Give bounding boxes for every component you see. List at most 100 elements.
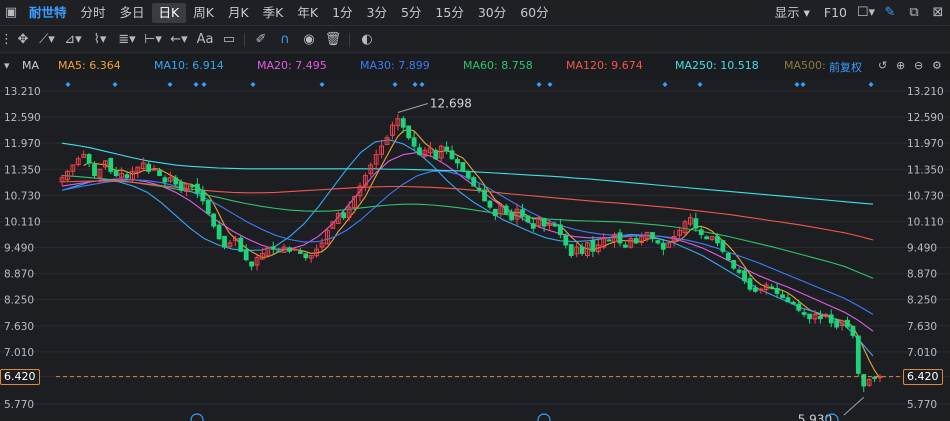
candle-body (774, 287, 780, 294)
candle-body (162, 177, 168, 183)
eraser-icon[interactable]: ✐ (249, 32, 273, 47)
candle-body (568, 244, 574, 256)
crosshair-icon[interactable]: ✥ (12, 32, 34, 47)
ma60-label: MA60: 8.758 (463, 59, 533, 72)
tab-15min[interactable]: 15分 (428, 3, 470, 23)
bottom-event-markers (190, 413, 839, 421)
tab-monthly-k[interactable]: 月K (221, 3, 256, 23)
candle (704, 235, 710, 240)
tab-multiday[interactable]: 多日 (113, 3, 152, 23)
trash-icon[interactable]: 🗑 (321, 32, 345, 47)
candle (449, 145, 455, 160)
close-icon[interactable]: ⊠ (926, 5, 950, 20)
y-axis-label: 11.350 (4, 164, 41, 176)
comment-icon[interactable]: ▭ (218, 32, 240, 47)
candle (855, 335, 861, 377)
candle (476, 183, 482, 194)
current-price-tag-right: 6.420 (903, 368, 943, 385)
candle (379, 139, 385, 159)
stock-name[interactable]: 耐世特 (22, 3, 74, 23)
settings-icon[interactable]: ⚙ (932, 59, 942, 72)
remove-icon[interactable]: ⊖ (914, 59, 923, 72)
candle-body (406, 125, 412, 139)
tab-intraday[interactable]: 分时 (74, 3, 113, 23)
event-marker (319, 82, 325, 87)
candle (563, 233, 569, 249)
indicator-name[interactable]: MA (22, 59, 39, 72)
arrow-tool-icon[interactable]: ←▾ (166, 32, 192, 47)
collapse-icon[interactable]: ▾ (4, 59, 10, 72)
toggle-icon[interactable]: ◐ (354, 32, 380, 47)
candle-body (276, 250, 282, 253)
candle-body (455, 159, 460, 164)
candle-body (92, 164, 97, 177)
tab-30min[interactable]: 30分 (471, 3, 513, 23)
tab-60min[interactable]: 60分 (513, 3, 555, 23)
tab-daily-k[interactable]: 日K (151, 2, 187, 23)
candle (801, 309, 807, 318)
magnet-icon[interactable]: ∩ (273, 32, 297, 47)
candle-body (834, 320, 840, 328)
add-icon[interactable]: ⊕ (896, 59, 905, 72)
kline-chart[interactable]: 13.210 12.590 11.970 11.350 10.730 10.110 9.49… (0, 80, 950, 421)
y-axis-label: 11.970 (4, 138, 41, 150)
event-marker-icon[interactable] (537, 413, 551, 421)
candle (574, 242, 580, 258)
period-bar: ▣ 耐世特 分时 多日 日K 周K 月K 季K 年K 1分 3分 5分 15分 … (0, 0, 950, 26)
candle-body (828, 314, 834, 324)
text-tool-icon[interactable]: Aa (192, 32, 218, 47)
tab-weekly-k[interactable]: 周K (186, 3, 221, 23)
display-menu[interactable]: 显示 ▾ (768, 3, 817, 23)
ma60-line (61, 175, 874, 279)
candle-body (563, 234, 569, 246)
tab-yearly-k[interactable]: 年K (290, 3, 325, 23)
event-marker-icon[interactable] (190, 413, 204, 421)
candle-body (693, 218, 699, 229)
reset-icon[interactable]: ↺ (878, 59, 887, 72)
measure-tool-icon[interactable]: ⊢▾ (140, 32, 166, 47)
tab-5min[interactable]: 5分 (394, 3, 428, 23)
candle (877, 374, 883, 383)
event-markers-top (65, 82, 874, 87)
candle-body (520, 209, 525, 217)
checkbox-icon[interactable]: ☐▾ (854, 5, 878, 20)
window-icon[interactable]: ⧉ (902, 5, 926, 20)
line-tool-icon[interactable]: ⟋▾ (34, 32, 60, 47)
candle-body (747, 278, 753, 290)
candle-body (790, 301, 796, 305)
candle (270, 241, 276, 255)
event-marker (392, 82, 398, 87)
ma-lines (61, 128, 881, 379)
f10-button[interactable]: F10 (817, 3, 854, 23)
candle-body (655, 240, 661, 244)
tab-quarterly-k[interactable]: 季K (256, 3, 291, 23)
eye-icon[interactable]: ◉ (297, 32, 321, 47)
candle-body (400, 118, 406, 128)
candle (731, 259, 737, 271)
sidebar-toggle-icon[interactable]: ▣ (0, 5, 22, 20)
adjust-mode-button[interactable]: 前复权 (829, 59, 862, 75)
candle (146, 160, 152, 174)
candle-body (736, 269, 742, 273)
candle (790, 300, 796, 305)
candle (59, 174, 65, 186)
candle-body (238, 237, 244, 252)
tab-3min[interactable]: 3分 (360, 3, 394, 23)
channel-tool-icon[interactable]: ⊿▾ (60, 32, 86, 47)
fibonacci-tool-icon[interactable]: ≣▾ (114, 32, 140, 47)
tab-1min[interactable]: 1分 (325, 3, 359, 23)
pen-icon[interactable]: ✎ (878, 5, 902, 20)
candle (303, 253, 309, 261)
drawing-toolbar: ⋮ ✥ ⟋▾ ⊿▾ ⌇▾ ≣▾ ⊢▾ ←▾ Aa ▭ ✐ ∩ ◉ 🗑 ◐ (0, 27, 950, 53)
current-price-tag-left: 6.420 (0, 368, 40, 385)
candle-body (222, 235, 227, 248)
candle-body (86, 154, 92, 164)
candle (774, 283, 780, 298)
candle (390, 121, 395, 140)
candle-body (818, 315, 823, 320)
wave-tool-icon[interactable]: ⌇▾ (86, 32, 114, 47)
drag-handle-icon[interactable]: ⋮ (0, 32, 13, 47)
candle-body (465, 170, 471, 179)
candle (211, 212, 217, 229)
candle-body (482, 189, 487, 202)
